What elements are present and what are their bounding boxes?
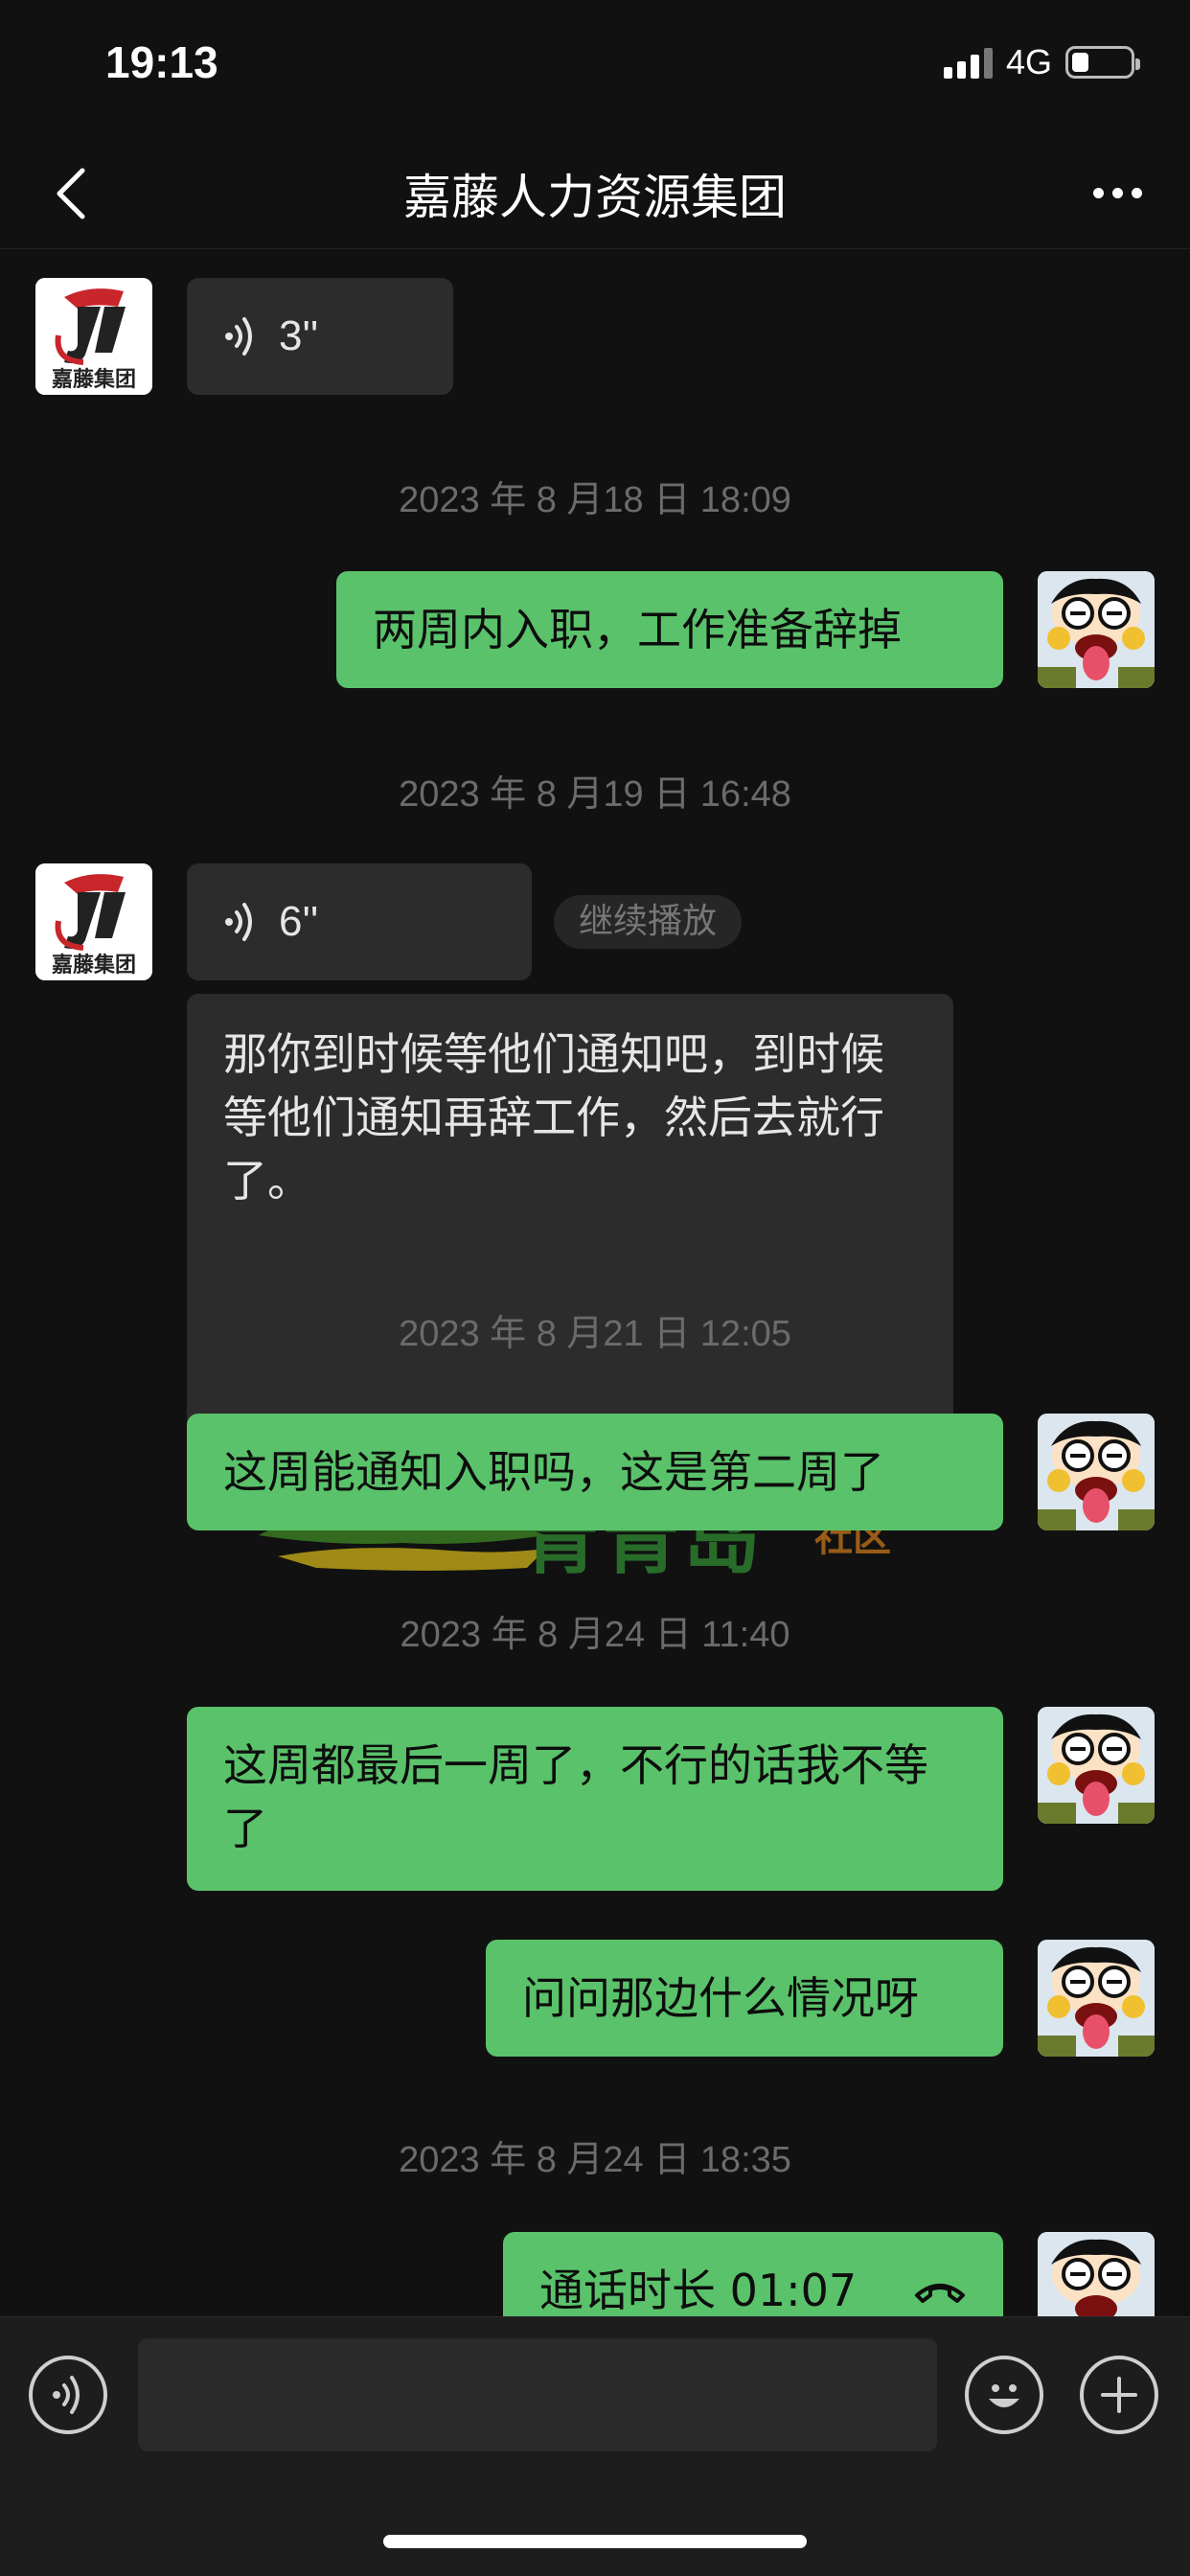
timestamp: 2023 年 8 月24 日 18:35 (399, 2140, 791, 2180)
svg-text:嘉藤集团: 嘉藤集团 (52, 367, 136, 392)
user-avatar[interactable] (1038, 1414, 1155, 1530)
timestamp: 2023 年 8 月19 日 16:48 (399, 774, 791, 815)
status-indicators: 4G (943, 42, 1140, 82)
network-type: 4G (1005, 42, 1052, 81)
user-avatar[interactable] (1038, 1940, 1155, 2057)
status-time: 19:13 (105, 37, 218, 87)
voice-duration: 6'' (279, 898, 319, 945)
message-list[interactable]: 嘉藤集团 3'' 2023 年 8 月18 日 18:09 两周内入职，工作准备… (0, 251, 1190, 2316)
call-duration: 通话时长 01:07 (539, 2265, 858, 2316)
phone-icon (915, 2284, 965, 2303)
more-icon-dot (1132, 187, 1142, 198)
contact-avatar[interactable]: 嘉藤集团 (35, 278, 152, 395)
cartoon-avatar-icon (1038, 1940, 1155, 2057)
timestamp: 2023 年 8 月21 日 12:05 (399, 1314, 791, 1354)
call-record-message[interactable]: 通话时长 01:07 (503, 2232, 1003, 2316)
more-actions-button[interactable] (1080, 2356, 1158, 2434)
sent-message[interactable]: 问问那边什么情况呀 (486, 1940, 1003, 2057)
timestamp: 2023 年 8 月18 日 18:09 (399, 480, 791, 520)
sent-message[interactable]: 两周内入职，工作准备辞掉 (336, 571, 1003, 688)
voice-wave-icon (225, 903, 252, 941)
continue-play-button[interactable]: 继续播放 (554, 895, 743, 949)
voice-input-button[interactable] (29, 2356, 107, 2434)
contact-avatar[interactable]: 嘉藤集团 (35, 863, 152, 980)
timestamp: 2023 年 8 月24 日 11:40 (400, 1615, 790, 1655)
user-avatar[interactable] (1038, 1707, 1155, 1824)
user-avatar[interactable] (1038, 2232, 1155, 2316)
more-icon (1093, 187, 1104, 198)
emoji-button[interactable] (965, 2356, 1043, 2434)
received-message-text: 那你到时候等他们通知吧，到时候等他们通知再辞工作，然后去就行了。 (223, 1028, 884, 1207)
cartoon-avatar-icon (1038, 1414, 1155, 1530)
cartoon-avatar-icon (1038, 2232, 1155, 2316)
voice-duration: 3'' (279, 312, 319, 359)
more-button[interactable] (1093, 169, 1142, 217)
voice-message[interactable]: 6'' (187, 863, 532, 980)
message-input[interactable] (138, 2338, 937, 2451)
emoji-icon (989, 2384, 1019, 2407)
battery-level (1072, 53, 1088, 72)
company-logo-icon: 嘉藤集团 (35, 863, 152, 980)
more-icon-dot (1112, 187, 1123, 198)
user-avatar[interactable] (1038, 571, 1155, 688)
signal-icon (943, 46, 993, 79)
cartoon-avatar-icon (1038, 571, 1155, 688)
sent-message[interactable]: 这周都最后一周了，不行的话我不等了 (187, 1707, 1003, 1891)
voice-input-icon (53, 2376, 80, 2414)
battery-icon (1065, 46, 1140, 79)
svg-text:嘉藤集团: 嘉藤集团 (52, 953, 136, 978)
home-indicator (383, 2535, 807, 2548)
cartoon-avatar-icon (1038, 1707, 1155, 1824)
company-logo-icon: 嘉藤集团 (35, 278, 152, 395)
status-bar: 19:13 4G (0, 0, 1190, 125)
chat-title: 嘉藤人力资源集团 (403, 170, 787, 225)
sent-message[interactable]: 这周能通知入职吗，这是第二周了 (187, 1414, 1003, 1530)
plus-icon (1101, 2377, 1137, 2413)
chat-header: 嘉藤人力资源集团 (0, 144, 1190, 249)
voice-wave-icon (225, 317, 252, 356)
voice-message[interactable]: 3'' (187, 278, 453, 395)
